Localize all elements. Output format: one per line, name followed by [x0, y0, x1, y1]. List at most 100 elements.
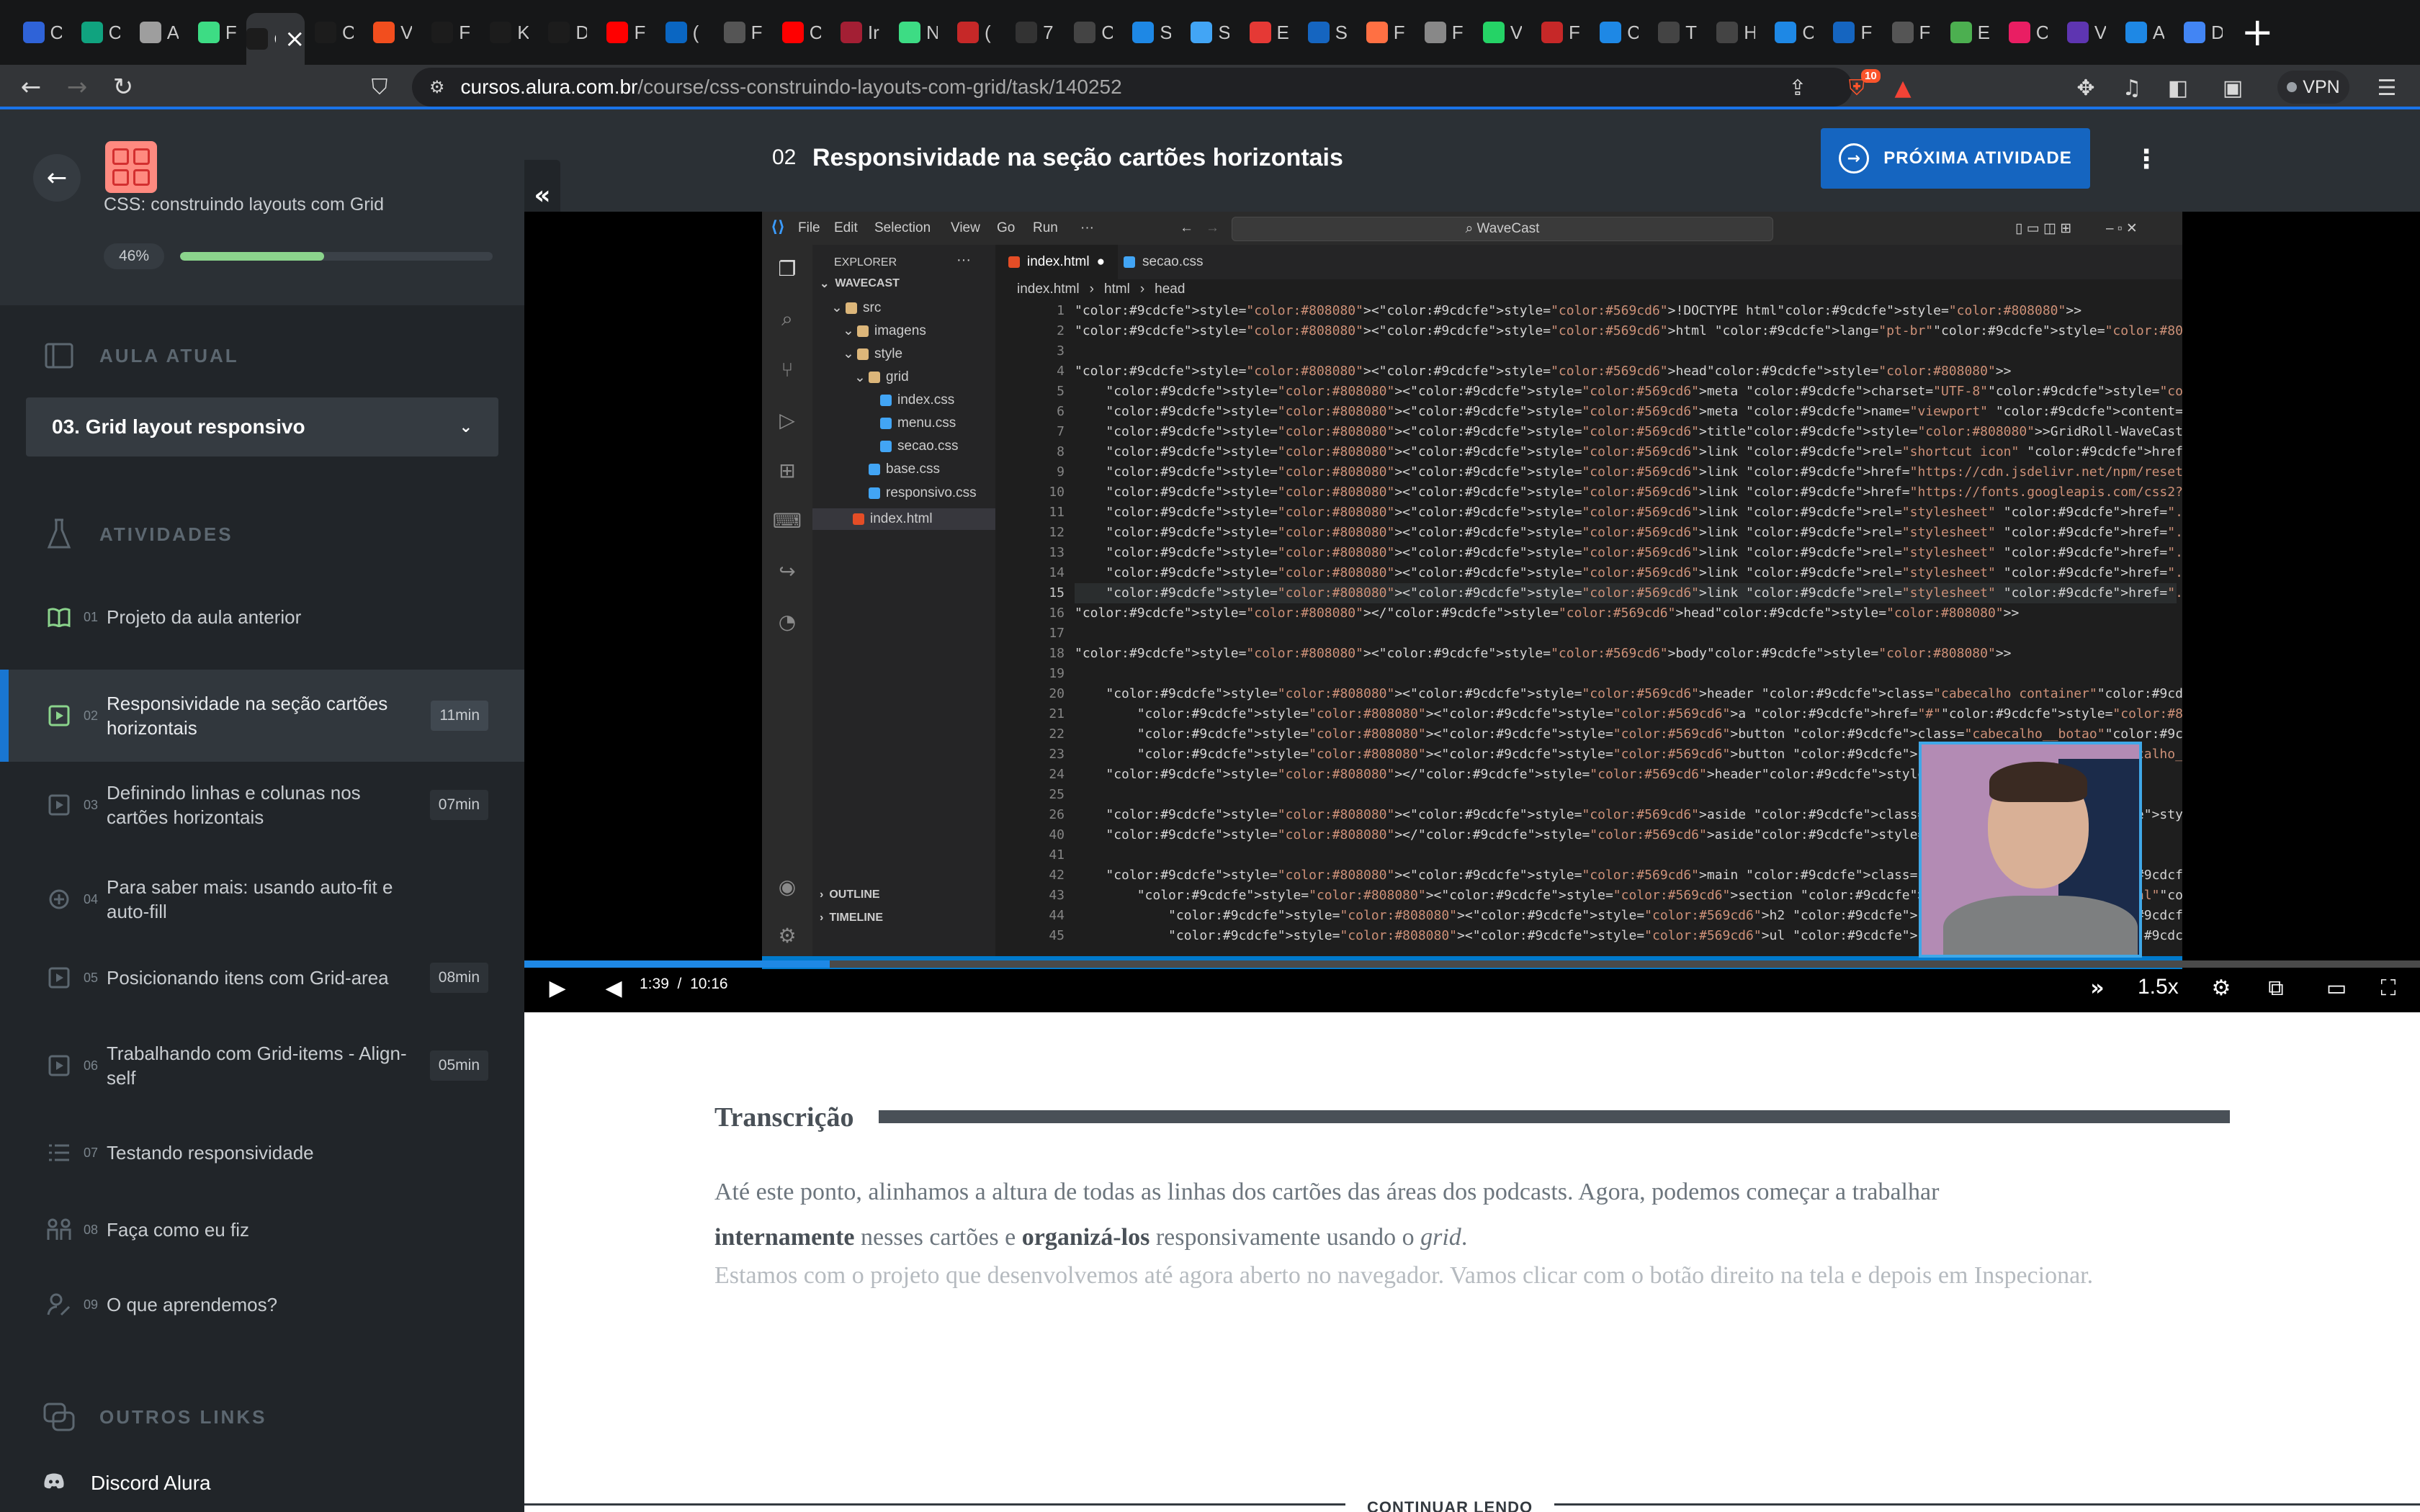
skip-forward-icon[interactable]: »: [2081, 973, 2113, 1002]
line-number: 15: [1049, 585, 1065, 600]
browser-tab[interactable]: (: [655, 10, 714, 55]
playback-speed[interactable]: 1.5x: [2138, 975, 2179, 999]
reload-icon[interactable]: ↻: [107, 71, 140, 104]
browser-tab[interactable]: F: [422, 10, 480, 55]
tab-title: (: [692, 21, 699, 43]
browser-tab[interactable]: V: [2057, 10, 2115, 55]
activity-item[interactable]: 01 Projeto da aula anterior: [0, 595, 524, 639]
browser-tab[interactable]: F: [597, 10, 655, 55]
browser-tab[interactable]: S: [1123, 10, 1181, 55]
site-info-icon[interactable]: ⚙: [429, 77, 445, 97]
theater-mode-icon[interactable]: ▭: [2316, 973, 2357, 1002]
browser-tab[interactable]: S: [1181, 10, 1240, 55]
extensions-icon[interactable]: ✥: [2071, 73, 2100, 102]
browser-tab[interactable]: E: [1240, 10, 1298, 55]
browser-tab[interactable]: F: [714, 10, 772, 55]
code-line: "color:#9cdcfe">style="color:#808080"><"…: [1106, 404, 2182, 419]
browser-tab[interactable]: 7: [1006, 10, 1065, 55]
sketch-logo-icon: [1191, 22, 1213, 43]
browser-tab[interactable]: F: [1824, 10, 1882, 55]
browser-tab[interactable]: T: [1649, 10, 1707, 55]
menu-icon[interactable]: ☰: [2372, 73, 2401, 102]
pip-icon[interactable]: ⧉: [2262, 973, 2290, 1002]
browser-tab[interactable]: C: [71, 10, 130, 55]
activity-item[interactable]: 07 Testando responsividade: [0, 1119, 524, 1187]
share-icon[interactable]: ⇪: [1783, 73, 1812, 102]
aula-atual-heading: AULA ATUAL: [43, 340, 239, 372]
browser-tab[interactable]: C: [1065, 10, 1123, 55]
browser-tab[interactable]: F: [1415, 10, 1473, 55]
next-activity-button[interactable]: → PRÓXIMA ATIVIDADE: [1821, 128, 2090, 189]
vpn-button[interactable]: VPN: [2277, 71, 2349, 104]
video-player[interactable]: ⟨⟩ File Edit Selection View Go Run ··· ← → ⌕ W…: [524, 212, 2420, 1012]
browser-tab[interactable]: C: [1765, 10, 1824, 55]
continue-reading-button[interactable]: CONTINUAR LENDO: [1345, 1493, 1555, 1512]
vscode-tab-index: index.html ●: [995, 245, 1119, 279]
alura-logo-icon: [548, 22, 570, 43]
activity-item[interactable]: 03 Definindo linhas e colunas nos cartões…: [0, 760, 524, 850]
brave-rewards-icon[interactable]: ▲: [1888, 73, 1917, 102]
activity-item[interactable]: 08 Faça como eu fiz: [0, 1194, 524, 1266]
browser-tab[interactable]: F: [188, 10, 246, 55]
forward-arrow-icon[interactable]: →: [60, 71, 94, 104]
browser-tab[interactable]: C: [305, 10, 363, 55]
fullscreen-icon[interactable]: ⛶: [2374, 973, 2403, 1002]
browser-tab[interactable]: C: [13, 10, 71, 55]
vscode-menu-item: File: [798, 220, 820, 235]
activity-number: 09: [84, 1297, 99, 1312]
wallet-icon[interactable]: ▣: [2218, 73, 2247, 102]
back-arrow-icon[interactable]: ←: [14, 71, 48, 104]
activity-item[interactable]: 06 Trabalhando com Grid-items - Align-sel…: [0, 1025, 524, 1106]
browser-tab[interactable]: C×: [246, 13, 305, 65]
bookmark-icon[interactable]: ⛉: [363, 71, 396, 104]
browser-tab[interactable]: K: [480, 10, 539, 55]
browser-tab[interactable]: C: [1999, 10, 2057, 55]
aula-dropdown[interactable]: 03. Grid layout responsivo ⌄: [26, 397, 498, 456]
line-number: 21: [1049, 706, 1065, 721]
activity-item[interactable]: 04 Para saber mais: usando auto-fit e aut…: [0, 852, 524, 946]
sidebar-toggle-icon[interactable]: ◧: [2164, 73, 2192, 102]
browser-tab[interactable]: E: [1940, 10, 1999, 55]
line-number: 8: [1057, 444, 1065, 459]
video-progress-bar[interactable]: [524, 960, 2420, 968]
tree-file: menu.css: [866, 415, 956, 431]
address-bar[interactable]: ⚙ cursos.alura.com.br/course/css-constru…: [412, 68, 1852, 107]
settings-icon[interactable]: ⚙: [2207, 973, 2236, 1002]
volume-icon[interactable]: ◀: [599, 973, 628, 1002]
course-title[interactable]: CSS: construindo layouts com Grid: [104, 194, 384, 215]
tab-title: C: [1101, 21, 1113, 43]
browser-tab[interactable]: C: [1590, 10, 1649, 55]
browser-tab[interactable]: A: [130, 10, 188, 55]
timeline-icon: ◔: [778, 609, 797, 634]
linkedin-logo-icon: [665, 22, 687, 43]
new-tab-button[interactable]: +: [2241, 13, 2274, 52]
browser-tab[interactable]: C: [772, 10, 830, 55]
media-icon[interactable]: ♫: [2118, 73, 2146, 102]
browser-tab[interactable]: D: [2174, 10, 2232, 55]
more-options-icon[interactable]: ⋮: [2132, 141, 2161, 177]
vscode-activity-bar: ❐ ⌕ ⑂ ▷ ⊞ ⌨ ↪ ◔ ◉ ⚙: [762, 245, 812, 969]
browser-tab[interactable]: F: [1882, 10, 1940, 55]
browser-tab[interactable]: H: [1707, 10, 1765, 55]
activity-item[interactable]: 02 Responsividade na seção cartões horizo…: [0, 670, 524, 762]
browser-tab[interactable]: F: [1531, 10, 1590, 55]
chevron-down-icon: ⌄: [459, 418, 472, 436]
play-icon[interactable]: ▶: [543, 973, 572, 1002]
discord-link[interactable]: Discord Alura: [43, 1472, 211, 1495]
browser-tab[interactable]: Ir: [830, 10, 889, 55]
close-tab-icon[interactable]: ×: [284, 24, 305, 53]
activity-item[interactable]: 05 Posicionando itens com Grid-area 08min: [0, 943, 524, 1012]
browser-tab[interactable]: D: [539, 10, 597, 55]
browser-tab[interactable]: A: [2115, 10, 2174, 55]
line-number: 44: [1049, 908, 1065, 923]
browser-tab[interactable]: V: [1473, 10, 1531, 55]
youtube-logo-icon: [781, 22, 804, 43]
browser-tab[interactable]: N: [889, 10, 947, 55]
activity-item[interactable]: 09 O que aprendemos?: [0, 1269, 524, 1341]
back-to-course-button[interactable]: ←: [33, 154, 81, 202]
browser-tab[interactable]: S: [1298, 10, 1356, 55]
browser-tab[interactable]: F: [1356, 10, 1415, 55]
browser-tab[interactable]: (: [948, 10, 1006, 55]
browser-tab[interactable]: V: [364, 10, 422, 55]
